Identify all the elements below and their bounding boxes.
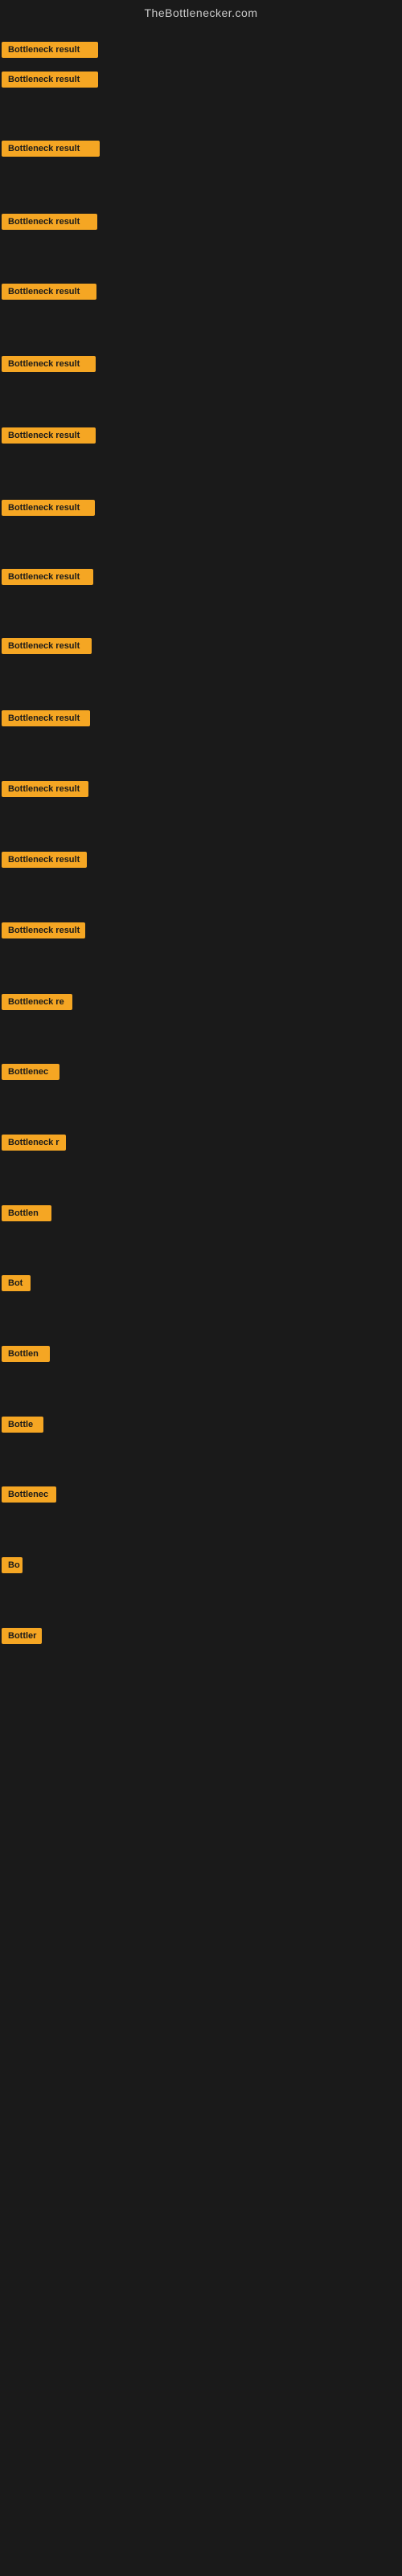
bottleneck-item-9: Bottleneck result (2, 569, 93, 589)
bottleneck-badge[interactable]: Bottleneck result (2, 284, 96, 300)
bottleneck-item-11: Bottleneck result (2, 710, 90, 730)
bottleneck-item-14: Bottleneck result (2, 922, 85, 942)
bottleneck-badge[interactable]: Bottleneck r (2, 1135, 66, 1151)
bottleneck-badge[interactable]: Bottleneck result (2, 141, 100, 157)
bottleneck-item-23: Bo (2, 1557, 23, 1577)
bottleneck-badge[interactable]: Bottleneck result (2, 356, 96, 372)
bottleneck-item-22: Bottlenec (2, 1486, 56, 1507)
bottleneck-badge[interactable]: Bottleneck result (2, 214, 97, 230)
bottleneck-badge[interactable]: Bottleneck result (2, 72, 98, 88)
bottleneck-badge[interactable]: Bo (2, 1557, 23, 1573)
bottleneck-item-24: Bottler (2, 1628, 42, 1648)
bottleneck-item-3: Bottleneck result (2, 141, 100, 161)
bottleneck-badge[interactable]: Bottleneck result (2, 42, 98, 58)
bottleneck-badge[interactable]: Bottleneck result (2, 500, 95, 516)
bottleneck-badge[interactable]: Bottleneck result (2, 781, 88, 797)
bottleneck-badge[interactable]: Bottleneck result (2, 852, 87, 868)
items-container: Bottleneck result Bottleneck result Bottle… (0, 22, 402, 2576)
bottleneck-item-6: Bottleneck result (2, 356, 96, 376)
bottleneck-item-21: Bottle (2, 1417, 43, 1437)
bottleneck-item-5: Bottleneck result (2, 284, 96, 304)
bottleneck-badge[interactable]: Bottler (2, 1628, 42, 1644)
bottleneck-item-8: Bottleneck result (2, 500, 95, 520)
bottleneck-item-7: Bottleneck result (2, 427, 96, 448)
bottleneck-badge[interactable]: Bottle (2, 1417, 43, 1433)
bottleneck-badge[interactable]: Bottlen (2, 1205, 51, 1221)
bottleneck-badge[interactable]: Bottleneck result (2, 638, 92, 654)
bottleneck-item-18: Bottlen (2, 1205, 51, 1225)
bottleneck-item-10: Bottleneck result (2, 638, 92, 658)
bottleneck-item-2: Bottleneck result (2, 72, 98, 92)
bottleneck-item-19: Bot (2, 1275, 31, 1295)
site-header: TheBottlenecker.com (0, 0, 402, 22)
bottleneck-badge[interactable]: Bottleneck result (2, 569, 93, 585)
bottleneck-badge[interactable]: Bottleneck result (2, 710, 90, 726)
site-title: TheBottlenecker.com (0, 0, 402, 22)
bottleneck-item-16: Bottlenec (2, 1064, 59, 1084)
bottleneck-badge[interactable]: Bottleneck result (2, 922, 85, 938)
bottleneck-badge[interactable]: Bottleneck result (2, 427, 96, 444)
bottleneck-item-17: Bottleneck r (2, 1135, 66, 1155)
bottleneck-item-20: Bottlen (2, 1346, 50, 1366)
bottleneck-badge[interactable]: Bottlen (2, 1346, 50, 1362)
bottleneck-badge[interactable]: Bottleneck re (2, 994, 72, 1010)
bottleneck-badge[interactable]: Bot (2, 1275, 31, 1291)
bottleneck-item-4: Bottleneck result (2, 214, 97, 234)
bottleneck-item-13: Bottleneck result (2, 852, 87, 872)
bottleneck-badge[interactable]: Bottlenec (2, 1486, 56, 1503)
bottleneck-item-15: Bottleneck re (2, 994, 72, 1014)
bottleneck-item-1: Bottleneck result (2, 42, 98, 62)
bottleneck-badge[interactable]: Bottlenec (2, 1064, 59, 1080)
bottleneck-item-12: Bottleneck result (2, 781, 88, 801)
